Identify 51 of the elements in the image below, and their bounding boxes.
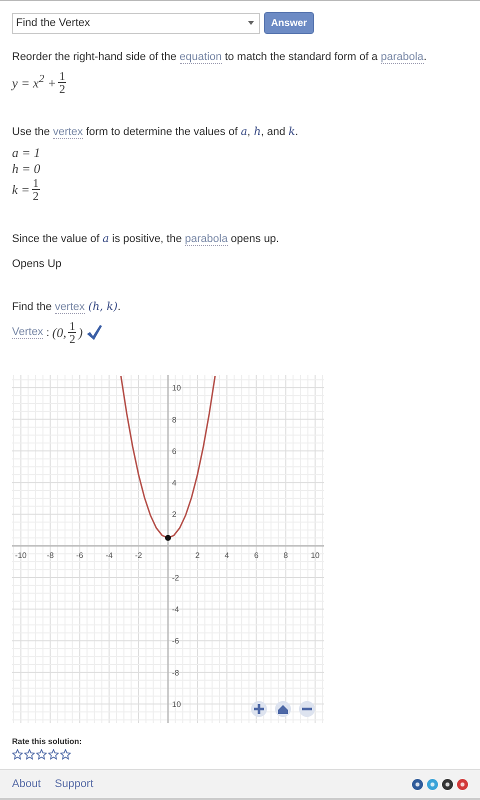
axis-tick-label: -8 bbox=[46, 550, 54, 560]
axis-tick-label: 6 bbox=[172, 446, 176, 456]
axis-tick-label: -2 bbox=[135, 550, 142, 560]
term-link[interactable]: parabola bbox=[184, 233, 228, 246]
term-link[interactable]: vertex bbox=[52, 126, 83, 139]
axis-tick-label: 2 bbox=[195, 550, 200, 560]
step-text: Reorder the right-hand side of the equation to match the standard form of a parabola. bbox=[12, 50, 428, 64]
axis-tick-label: -10 bbox=[15, 550, 27, 560]
axis-tick-label: 8 bbox=[284, 550, 288, 560]
star-icon[interactable] bbox=[12, 749, 23, 760]
home-icon[interactable] bbox=[275, 701, 291, 717]
vertex-link[interactable]: Vertex bbox=[12, 326, 44, 339]
axis-tick-label: 10 bbox=[172, 700, 181, 710]
axis-tick-label: -6 bbox=[172, 636, 180, 646]
axis-tick-label: 10 bbox=[310, 550, 320, 560]
vertex-point bbox=[165, 534, 171, 541]
axis-tick-label: 8 bbox=[172, 415, 176, 424]
axis-tick-label: 4 bbox=[172, 478, 176, 488]
star-icon[interactable] bbox=[60, 749, 71, 760]
caret-icon bbox=[248, 21, 254, 25]
social-icon[interactable] bbox=[412, 778, 423, 790]
axis-tick-label: 2 bbox=[172, 510, 176, 520]
axis-tick-label: -2 bbox=[172, 573, 180, 582]
zoom-out-icon[interactable] bbox=[299, 701, 315, 717]
step-text: Find the vertex (h, k). bbox=[12, 300, 122, 314]
axis-tick-label: -6 bbox=[76, 550, 84, 560]
result-text: Opens Up bbox=[12, 258, 63, 270]
zoom-in-icon[interactable] bbox=[251, 701, 267, 717]
rate-label: Rate this solution: bbox=[12, 737, 83, 746]
step-text: Since the value of a is positive, the parabola opens up. bbox=[12, 232, 280, 246]
problem-select[interactable]: Find the Vertex bbox=[12, 12, 260, 34]
footer-link[interactable]: About bbox=[12, 778, 41, 790]
separator: : bbox=[46, 326, 50, 338]
term-link[interactable]: parabola bbox=[380, 51, 424, 64]
math-expression: h = 0 bbox=[12, 161, 42, 177]
axis-tick-label: -4 bbox=[172, 605, 180, 614]
star-icon[interactable] bbox=[24, 749, 35, 760]
step-text: Use the vertex form to determine the values of a, h, and k. bbox=[12, 125, 300, 139]
star-icon[interactable] bbox=[48, 749, 59, 760]
answer-button[interactable]: Answer bbox=[264, 12, 314, 34]
math-expression: a = 1 bbox=[12, 145, 42, 161]
star-icon[interactable] bbox=[36, 749, 47, 760]
axis-tick-label: 6 bbox=[254, 550, 259, 560]
footer-link[interactable]: Support bbox=[54, 778, 94, 790]
axis-tick-label: 4 bbox=[224, 550, 230, 560]
axis-tick-label: 10 bbox=[172, 384, 181, 393]
axis-tick-label: -8 bbox=[172, 668, 180, 678]
axis-tick-label: -4 bbox=[106, 550, 113, 560]
term-link[interactable]: vertex bbox=[54, 301, 85, 314]
term-link[interactable]: equation bbox=[180, 51, 222, 64]
social-icon[interactable] bbox=[442, 778, 453, 790]
